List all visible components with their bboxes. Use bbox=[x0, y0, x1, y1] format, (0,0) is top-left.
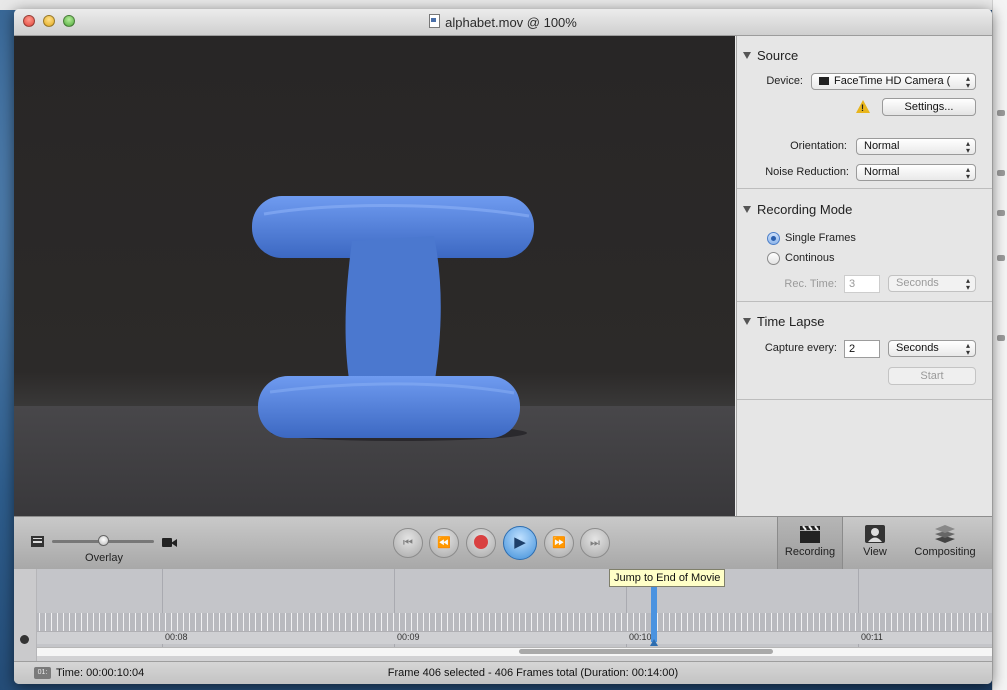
overlay-slider-knob[interactable] bbox=[98, 535, 109, 546]
rec-time-field[interactable]: 3 bbox=[844, 275, 880, 293]
popup-arrows-icon: ▴ ▾ bbox=[965, 139, 970, 155]
continuous-radio[interactable] bbox=[767, 252, 780, 265]
disclosure-triangle-icon[interactable] bbox=[743, 52, 751, 59]
clock-icon bbox=[20, 635, 29, 644]
popup-arrows-icon: ▴ ▾ bbox=[965, 276, 970, 292]
popup-arrows-icon: ▴ ▾ bbox=[965, 74, 970, 90]
camera-icon bbox=[819, 77, 829, 85]
jump-to-end-button[interactable]: ⏭ bbox=[580, 528, 610, 558]
timeline-gutter bbox=[14, 569, 37, 661]
orientation-value: Normal bbox=[864, 140, 900, 152]
capture-unit-popup[interactable]: Seconds ▴ ▾ bbox=[888, 340, 976, 357]
frame-strip[interactable] bbox=[37, 613, 992, 631]
video-preview[interactable] bbox=[14, 36, 735, 516]
tab-compositing[interactable]: Compositing bbox=[909, 517, 981, 569]
capture-every-field[interactable]: 2 bbox=[844, 340, 880, 358]
tab-recording-label: Recording bbox=[784, 546, 836, 558]
time-lapse-section: Time Lapse Capture every: 2 Seconds ▴ ▾ S… bbox=[737, 302, 992, 400]
recording-mode-header[interactable]: Recording Mode bbox=[743, 202, 852, 217]
window-title-text: alphabet.mov @ 100% bbox=[445, 15, 577, 30]
background-window-edge bbox=[992, 0, 1007, 690]
settings-button[interactable]: Settings... bbox=[882, 98, 976, 116]
disclosure-triangle-icon[interactable] bbox=[743, 318, 751, 325]
tick-label: 00:10 bbox=[629, 632, 652, 642]
play-button[interactable]: ▶ bbox=[503, 526, 537, 560]
video-camera-lens-icon bbox=[171, 539, 177, 547]
step-forward-button[interactable]: ⏩ bbox=[544, 528, 574, 558]
recording-mode-heading: Recording Mode bbox=[757, 202, 853, 217]
rec-time-unit-value: Seconds bbox=[896, 277, 939, 289]
single-frames-label[interactable]: Single Frames bbox=[785, 232, 856, 244]
time-lapse-header[interactable]: Time Lapse bbox=[743, 314, 824, 329]
inspector-panel: Source Device: FaceTime HD Camera ( ▴ ▾ !… bbox=[736, 36, 992, 516]
timeline-scrollbar[interactable] bbox=[37, 647, 992, 656]
jump-to-start-button[interactable]: ⏮ bbox=[393, 528, 423, 558]
control-bar: Overlay ⏮ ⏪ ▶ ⏩ ⏭ Recording View Composi… bbox=[14, 516, 992, 570]
playhead-marker-icon[interactable] bbox=[650, 639, 658, 646]
record-button[interactable] bbox=[466, 528, 496, 558]
device-label: Device: bbox=[766, 75, 803, 87]
overlay-label: Overlay bbox=[85, 552, 123, 564]
tab-compositing-label: Compositing bbox=[914, 546, 976, 558]
noise-reduction-label: Noise Reduction: bbox=[765, 166, 849, 178]
start-button[interactable]: Start bbox=[888, 367, 976, 385]
orientation-label: Orientation: bbox=[790, 140, 847, 152]
clapperboard-icon bbox=[800, 525, 820, 543]
warning-icon: ! bbox=[856, 100, 870, 113]
clay-letter-i-image bbox=[252, 196, 534, 441]
timeline[interactable]: 00:08 00:09 00:10 00:11 Jump to End of M… bbox=[14, 569, 992, 661]
rec-time-unit-popup[interactable]: Seconds ▴ ▾ bbox=[888, 275, 976, 292]
tab-view-label: View bbox=[863, 546, 887, 558]
status-frames: Frame 406 selected - 406 Frames total (D… bbox=[387, 667, 679, 679]
disclosure-triangle-icon[interactable] bbox=[743, 206, 751, 213]
movie-file-icon bbox=[429, 14, 441, 28]
popup-arrows-icon: ▴ ▾ bbox=[965, 165, 970, 181]
view-portrait-icon bbox=[865, 525, 885, 543]
device-popup[interactable]: FaceTime HD Camera ( ▴ ▾ bbox=[811, 73, 976, 90]
noise-reduction-popup[interactable]: Normal ▴ ▾ bbox=[856, 164, 976, 181]
app-window: alphabet.mov @ 100% Source Device: FaceT… bbox=[14, 9, 992, 684]
popup-arrows-icon: ▴ ▾ bbox=[965, 341, 970, 357]
tick-label: 00:08 bbox=[165, 632, 188, 642]
noise-reduction-value: Normal bbox=[864, 166, 900, 178]
step-back-button[interactable]: ⏪ bbox=[429, 528, 459, 558]
capture-unit-value: Seconds bbox=[896, 342, 939, 354]
tab-view[interactable]: View bbox=[844, 517, 906, 569]
tick-label: 00:09 bbox=[397, 632, 420, 642]
orientation-popup[interactable]: Normal ▴ ▾ bbox=[856, 138, 976, 155]
timeline-scroll-thumb[interactable] bbox=[519, 649, 773, 654]
record-icon bbox=[474, 535, 488, 549]
tick-label: 00:11 bbox=[861, 632, 883, 642]
source-heading: Source bbox=[757, 48, 799, 63]
playhead[interactable] bbox=[651, 582, 657, 642]
film-strip-icon bbox=[31, 536, 44, 547]
device-value: FaceTime HD Camera ( bbox=[834, 75, 951, 87]
time-lapse-heading: Time Lapse bbox=[757, 314, 825, 329]
rec-time-label: Rec. Time: bbox=[784, 278, 837, 290]
tab-recording[interactable]: Recording bbox=[777, 517, 843, 569]
title-bar[interactable]: alphabet.mov @ 100% bbox=[14, 9, 992, 36]
window-title: alphabet.mov @ 100% bbox=[14, 14, 992, 30]
tooltip: Jump to End of Movie bbox=[609, 569, 726, 587]
recording-mode-section: Recording Mode Single Frames Continous R… bbox=[737, 189, 992, 302]
capture-every-label: Capture every: bbox=[764, 342, 837, 354]
continuous-label[interactable]: Continous bbox=[785, 252, 835, 264]
single-frames-radio[interactable] bbox=[767, 232, 780, 245]
status-bar: 01: Time: 00:00:10:04 Frame 406 selected… bbox=[14, 661, 992, 684]
source-section: Source Device: FaceTime HD Camera ( ▴ ▾ !… bbox=[737, 36, 992, 189]
layers-stack-icon bbox=[935, 525, 955, 543]
source-header[interactable]: Source bbox=[743, 48, 798, 63]
